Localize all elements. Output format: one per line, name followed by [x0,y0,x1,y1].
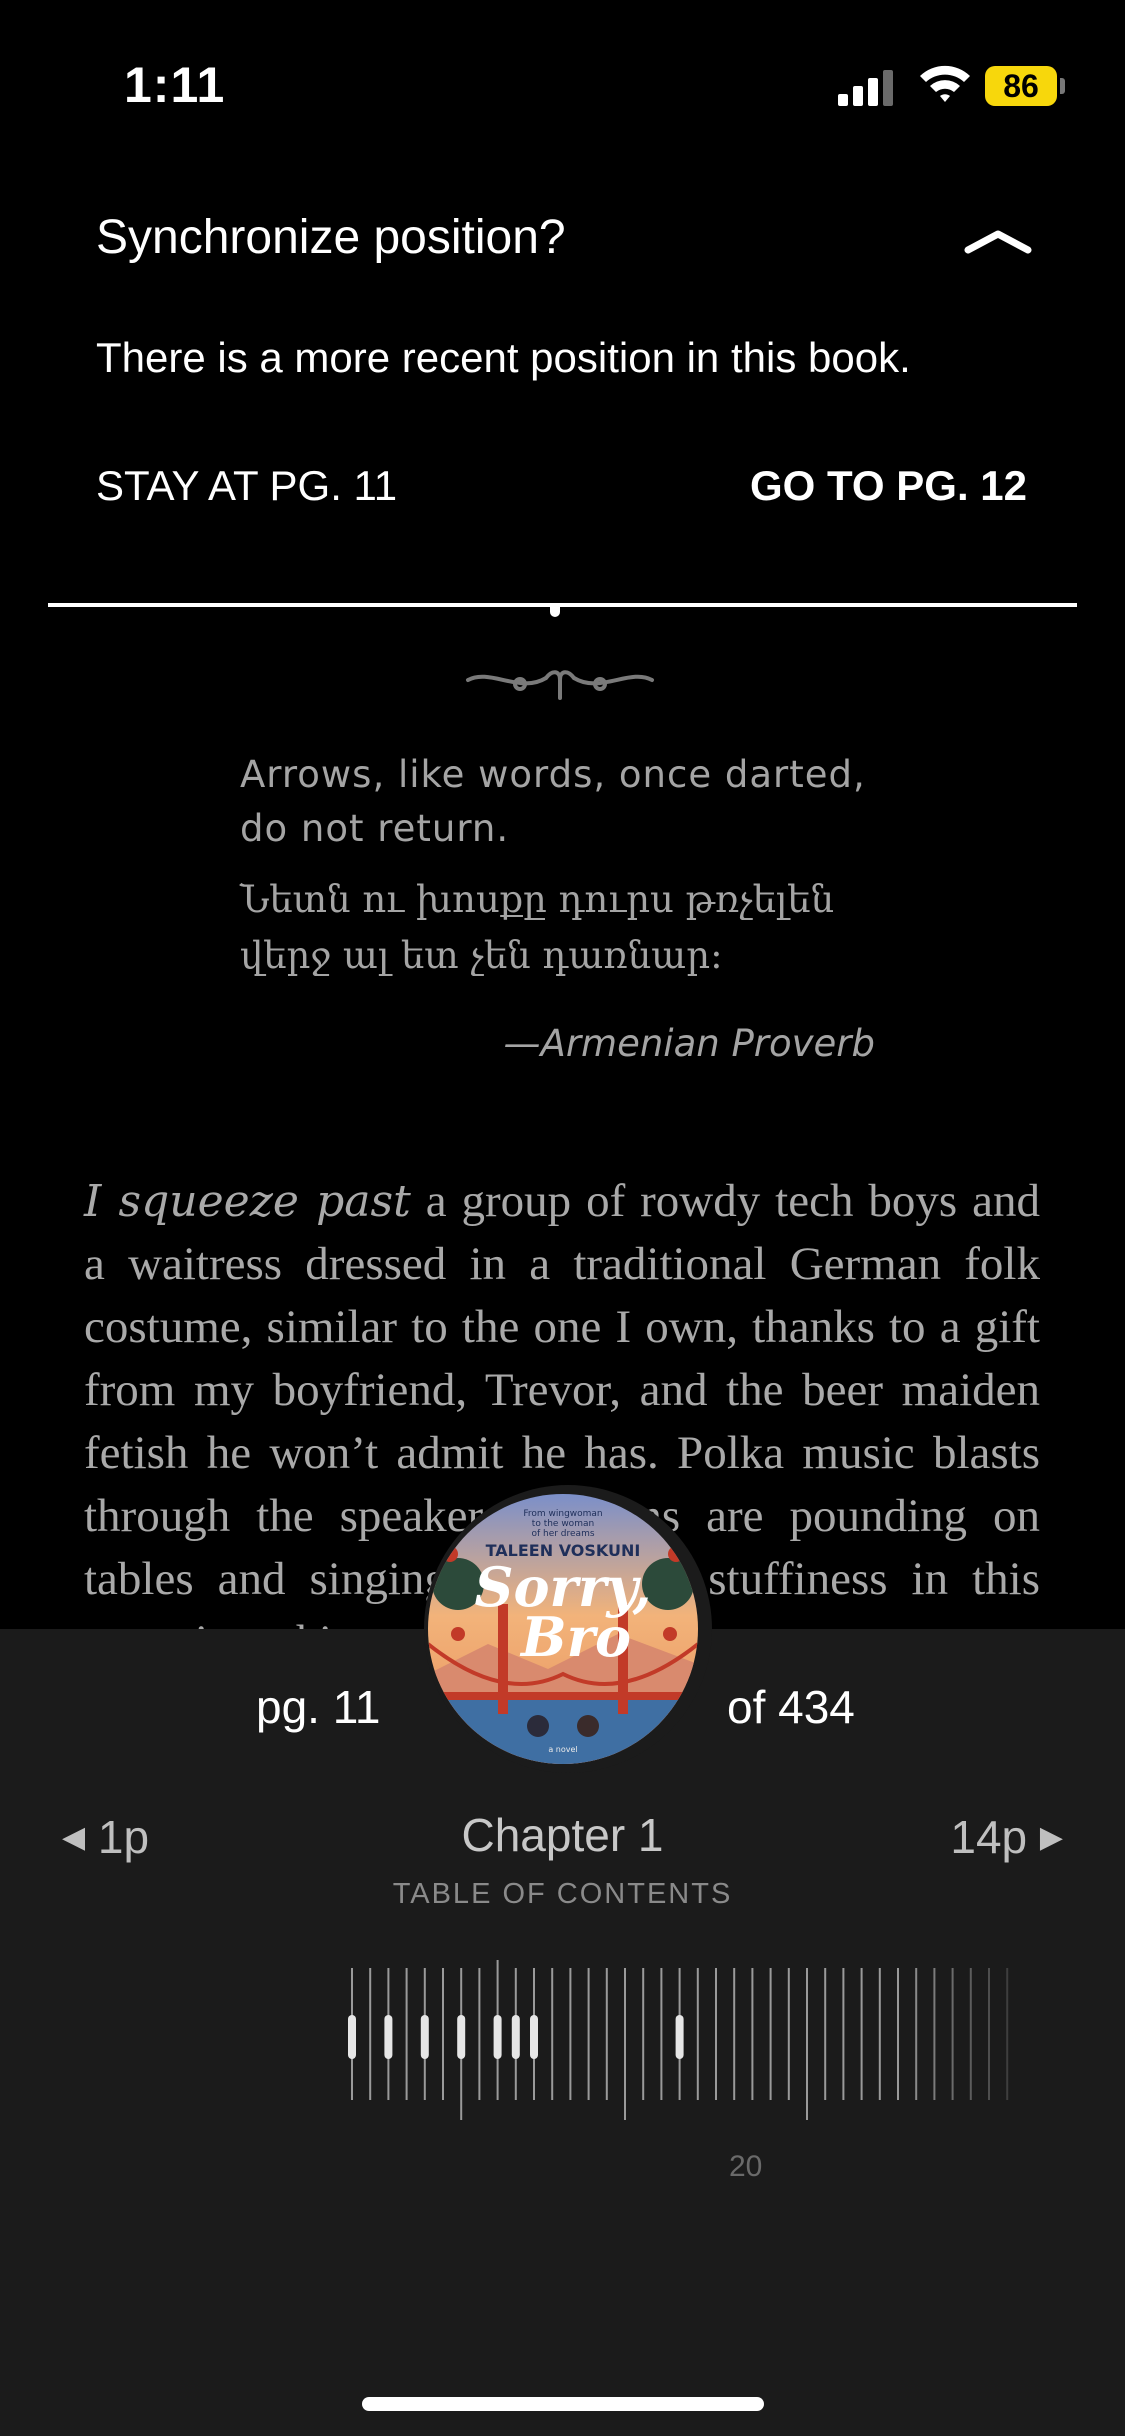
svg-text:to the woman: to the woman [532,1519,594,1529]
current-page-label: pg. 11 [256,1681,381,1733]
ornament-icon [466,670,654,700]
scrubber-highlight-mark [420,2015,429,2059]
scrubber-highlight-mark [457,2015,466,2059]
next-chapter-button[interactable]: 14p ▶ [950,1810,1063,1864]
chevron-up-icon[interactable] [964,228,1032,254]
page-scrubber[interactable] [0,1960,1125,2140]
scrubber-highlight-mark [493,2015,502,2059]
table-of-contents-link[interactable]: TABLE OF CONTENTS [0,1878,1125,1911]
battery-nub [1060,78,1065,94]
sync-message: There is a more recent position in this … [96,334,911,381]
stay-button[interactable]: STAY AT PG. 11 [96,462,397,510]
cellular-signal-icon [838,70,893,106]
caret-right-icon: ▶ [1039,1821,1063,1854]
scrubber-highlight-mark [675,2015,684,2059]
divider-marker [550,603,560,617]
svg-text:a novel: a novel [548,1745,577,1754]
scrubber-ticks [348,1960,1009,2120]
sync-title: Synchronize position? [96,211,566,264]
banner-divider [48,603,1077,607]
home-indicator[interactable] [362,2397,764,2411]
total-pages-label: of 434 [727,1681,855,1733]
epigraph-english: Arrows, like words, once darted, do not … [240,753,866,850]
book-cover[interactable]: From wingwoman to the woman of her dream… [428,1494,698,1764]
scrubber-highlight-mark [530,2015,538,2059]
svg-text:of her dreams: of her dreams [531,1529,594,1539]
epigraph-attribution: —Armenian Proverb [503,1022,875,1065]
scrubber-highlight-mark [348,2015,356,2059]
status-time: 1:11 [124,57,226,113]
svg-text:Bro: Bro [519,1605,631,1669]
wifi-icon [920,65,970,102]
scrubber-tick-label: 20 [729,2150,763,2183]
next-chapter-label: 14p [950,1811,1028,1863]
scrubber-highlight-mark [384,2015,393,2059]
battery-icon: 86 [985,66,1057,106]
body-lead-phrase: I squeeze past [84,1176,411,1227]
go-to-page-button[interactable]: GO TO PG. 12 [750,462,1027,510]
scrubber-highlight-mark [511,2015,520,2059]
book-cover-art: From wingwoman to the woman of her dream… [428,1494,698,1764]
svg-text:From wingwoman: From wingwoman [523,1509,602,1519]
epigraph-armenian: Նետն ու խոսքը դուրս թռչելեն վերջ ալ ետ չ… [240,878,834,977]
status-bar: 1:11 86 [0,0,1125,150]
